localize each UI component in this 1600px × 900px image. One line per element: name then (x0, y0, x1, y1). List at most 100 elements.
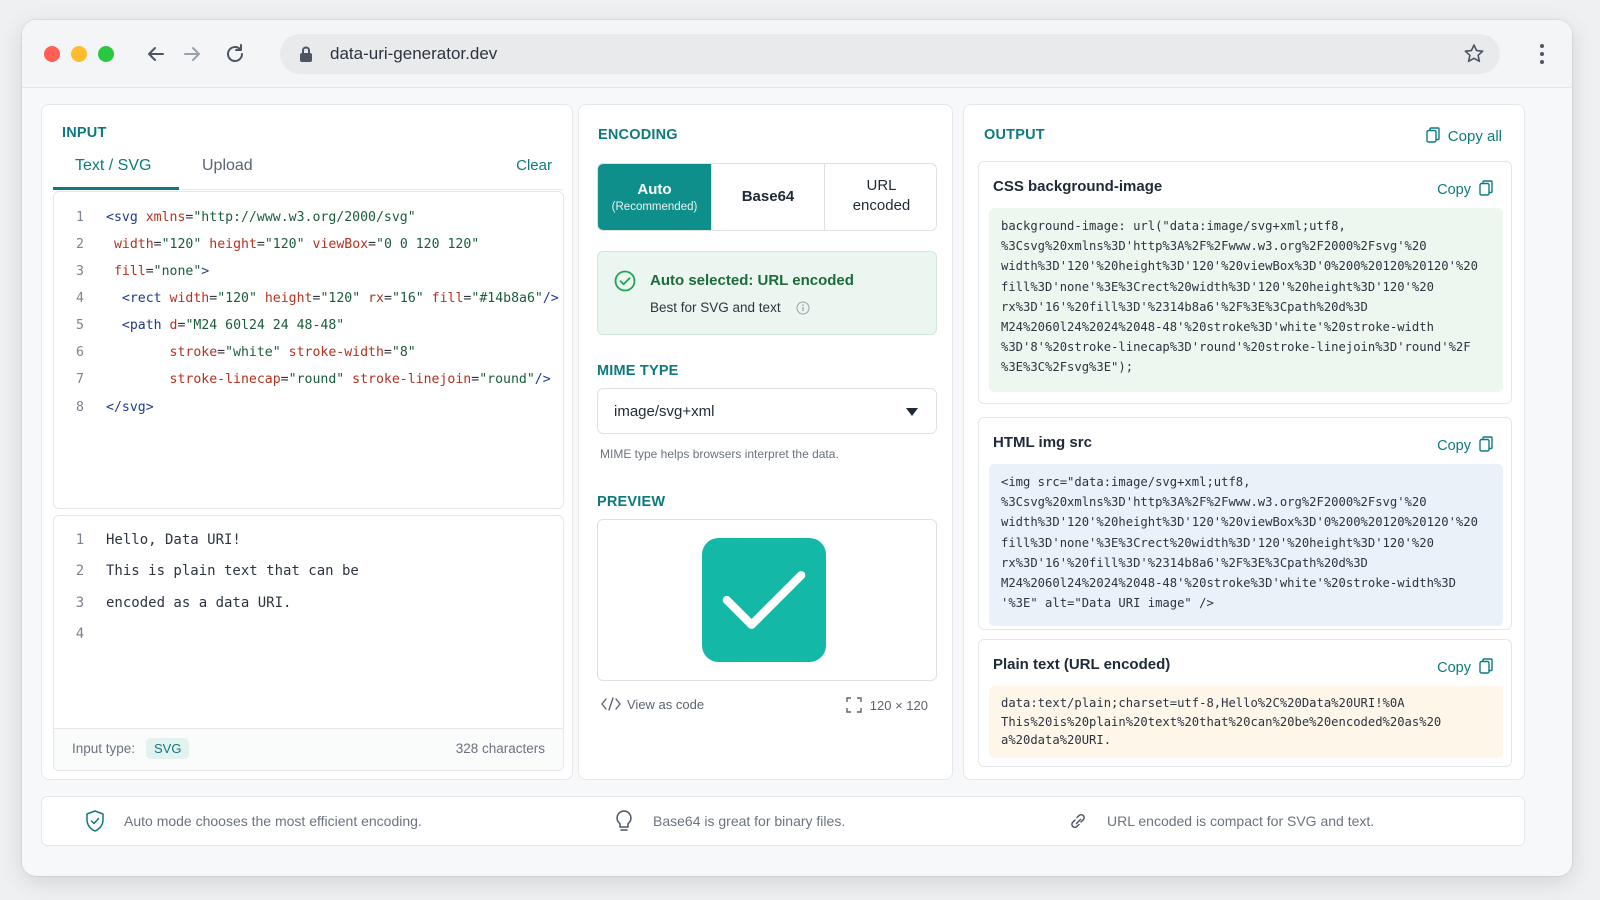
tip-text: URL encoded is compact for SVG and text. (1107, 813, 1375, 829)
character-count: 328 characters (455, 741, 545, 756)
tip-url-encoded: URL encoded is compact for SVG and text. (1071, 813, 1375, 829)
alert-subtitle: Best for SVG and text (650, 300, 781, 315)
input-title: INPUT (62, 125, 107, 141)
close-window-button[interactable] (44, 46, 60, 62)
active-tab-indicator (53, 187, 179, 190)
tip-auto-mode: Auto mode chooses the most efficient enc… (86, 810, 422, 832)
preview-dimensions: 120 × 120 (846, 697, 928, 713)
code-line: 2 width="120" height="120" viewBox="0 0 … (76, 237, 480, 252)
dimensions-label: 120 × 120 (869, 698, 928, 713)
reload-icon[interactable] (221, 40, 249, 68)
copy-all-label: Copy all (1447, 128, 1502, 145)
tip-text: Auto mode chooses the most efficient enc… (124, 813, 422, 829)
check-circle-icon (614, 270, 636, 292)
copy-label: Copy (1437, 182, 1471, 198)
copy-html-button[interactable]: Copy (1437, 436, 1493, 454)
tab-text-svg[interactable]: Text / SVG (75, 157, 151, 175)
mime-type-value: image/svg+xml (614, 403, 715, 420)
code-line: 1 <svg xmlns="http://www.w3.org/2000/svg" (76, 210, 416, 225)
url-label-line2: encoded (852, 197, 911, 214)
tip-base64: Base64 is great for binary files. (616, 810, 846, 831)
caret-down-icon (906, 408, 918, 416)
code-line: 8 </svg> (76, 400, 154, 415)
copy-icon (1479, 436, 1493, 452)
view-as-code-link[interactable]: View as code (601, 697, 704, 712)
encoding-url-button[interactable]: URL encoded (824, 164, 936, 230)
plain-output-card: Plain text (URL encoded) Copy data:text/… (978, 639, 1512, 767)
copy-icon (1479, 658, 1493, 674)
view-as-code-label: View as code (627, 697, 705, 712)
text-line: 3 encoded as a data URI. (75, 595, 292, 611)
plain-output-title: Plain text (URL encoded) (993, 656, 1171, 673)
tips-bar: Auto mode chooses the most efficient enc… (41, 796, 1525, 846)
code-icon (601, 697, 621, 711)
code-line: 3 fill="none"> (76, 264, 210, 279)
output-panel: OUTPUT Copy all CSS background-image Cop… (963, 104, 1525, 780)
minimize-window-button[interactable] (71, 46, 87, 62)
more-menu-icon[interactable] (1538, 42, 1546, 66)
css-output-card: CSS background-image Copy background-ima… (978, 161, 1512, 404)
checkmark-preview-image (702, 538, 826, 662)
alert-title: Auto selected: URL encoded (650, 272, 854, 289)
preview-box (597, 519, 937, 681)
copy-icon (1479, 180, 1493, 196)
preview-title: PREVIEW (597, 494, 666, 510)
svg-code-editor[interactable]: 1 <svg xmlns="http://www.w3.org/2000/svg"… (53, 191, 564, 509)
back-arrow-icon[interactable] (142, 40, 170, 68)
encoding-auto-button[interactable]: Auto (Recommended) (598, 164, 711, 230)
copy-all-button[interactable]: Copy all (1426, 127, 1502, 145)
input-type-label: Input type: (72, 741, 136, 756)
info-icon[interactable] (796, 301, 810, 315)
tab-upload[interactable]: Upload (202, 157, 253, 175)
expand-icon (846, 697, 862, 713)
html-output-card: HTML img src Copy <img src="data:image/s… (978, 417, 1512, 630)
mime-type-title: MIME TYPE (597, 363, 679, 379)
copy-css-button[interactable]: Copy (1437, 180, 1493, 198)
code-line: 7 stroke-linecap="round" stroke-linejoin… (76, 372, 551, 387)
encoding-title: ENCODING (598, 127, 678, 143)
html-output-title: HTML img src (993, 434, 1092, 451)
code-line: 6 stroke="white" stroke-width="8" (76, 345, 416, 360)
link-icon (1071, 813, 1085, 829)
css-output-code[interactable]: background-image: url("data:image/svg+xm… (989, 208, 1503, 392)
clear-button[interactable]: Clear (516, 157, 552, 174)
copy-label: Copy (1437, 660, 1471, 676)
maximize-window-button[interactable] (98, 46, 114, 62)
output-title: OUTPUT (984, 127, 1045, 143)
browser-window: data-uri-generator.dev INPUT Text / SVG … (22, 20, 1572, 876)
encoding-selector: Auto (Recommended) Base64 URL encoded (597, 163, 937, 231)
mime-type-help: MIME type helps browsers interpret the d… (600, 447, 839, 461)
copy-icon (1426, 127, 1440, 143)
address-bar[interactable]: data-uri-generator.dev (280, 34, 1500, 74)
html-output-code[interactable]: <img src="data:image/svg+xml;utf8, %3Csv… (989, 464, 1503, 626)
plain-output-code[interactable]: data:text/plain;charset=utf-8,Hello%2C%2… (989, 686, 1503, 758)
css-output-title: CSS background-image (993, 178, 1163, 195)
url-label-line1: URL (866, 177, 897, 194)
encoding-panel: ENCODING Auto (Recommended) Base64 URL e… (578, 104, 953, 780)
forward-arrow-icon[interactable] (178, 40, 206, 68)
base64-label: Base64 (741, 188, 795, 205)
input-panel: INPUT Text / SVG Upload Clear 1 <svg xmln… (41, 104, 573, 780)
copy-label: Copy (1437, 438, 1471, 454)
input-footer: Input type: SVG 328 characters (54, 728, 563, 770)
copy-plain-button[interactable]: Copy (1437, 658, 1493, 676)
bookmark-star-icon[interactable] (1462, 42, 1486, 66)
mime-type-select[interactable]: image/svg+xml (597, 388, 937, 434)
encoding-base64-button[interactable]: Base64 (711, 164, 824, 230)
text-line: 4 (75, 626, 85, 642)
lock-icon (300, 46, 312, 62)
url-text: data-uri-generator.dev (330, 44, 498, 63)
code-line: 5 <path d="M24 60l24 24 48-48" (76, 318, 345, 333)
tip-text: Base64 is great for binary files. (653, 813, 846, 829)
auto-selection-alert: Auto selected: URL encoded Best for SVG … (597, 251, 937, 335)
browser-toolbar: data-uri-generator.dev (22, 20, 1572, 88)
text-editor[interactable]: 1 Hello, Data URI! 2 This is plain text th… (53, 515, 564, 771)
code-line: 4 <rect width="120" height="120" rx="16"… (76, 291, 559, 306)
text-line: 1 Hello, Data URI! (75, 532, 241, 548)
auto-sublabel: (Recommended) (611, 201, 698, 213)
lightbulb-icon (616, 810, 632, 831)
text-line: 2 This is plain text that can be (75, 563, 359, 579)
auto-label: Auto (637, 181, 672, 198)
input-type-badge: SVG (146, 738, 190, 759)
shield-check-icon (86, 810, 104, 832)
